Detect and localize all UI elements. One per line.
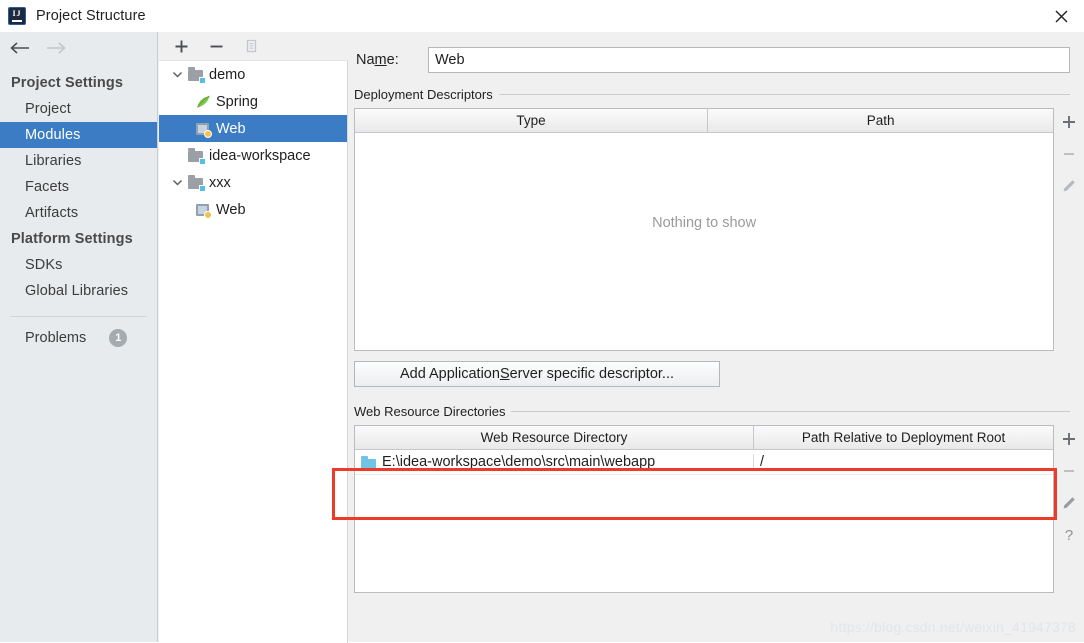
arrow-right-icon[interactable] — [43, 37, 69, 59]
web-facet-icon — [195, 202, 212, 219]
section-rule — [511, 411, 1070, 412]
tree-node-idea-workspace[interactable]: idea-workspace — [159, 142, 347, 169]
add-descriptor-button[interactable] — [1058, 111, 1080, 133]
sidebar-item-artifacts[interactable]: Artifacts — [0, 200, 157, 226]
tree-node-label: demo — [209, 66, 246, 83]
problems-label: Problems — [25, 330, 87, 346]
web-facet-icon — [195, 121, 212, 138]
column-header-type[interactable]: Type — [355, 109, 707, 132]
title-bar: IJ Project Structure — [0, 0, 1084, 32]
deployment-descriptors-table-wrap: Type Path Nothing to show — [354, 108, 1084, 351]
problems-count-badge: 1 — [109, 329, 128, 347]
watermark-text: https://blog.csdn.net/weixin_41947378 — [830, 619, 1076, 635]
tree-node-label: Spring — [216, 93, 258, 110]
tree-node-label: xxx — [209, 174, 231, 191]
remove-module-button[interactable] — [207, 37, 225, 55]
intellij-idea-logo: IJ — [9, 8, 25, 24]
module-tree-toolbar — [159, 32, 348, 61]
deployment-descriptors-section-title: Deployment Descriptors — [354, 87, 1084, 102]
deployment-descriptors-table: Type Path Nothing to show — [354, 108, 1055, 351]
web-resource-directories-tools: ? — [1054, 425, 1084, 593]
module-tree: demo Spring Web idea-workspace xxx Web — [159, 61, 348, 643]
section-label: Deployment Descriptors — [354, 87, 493, 102]
directory-icon — [361, 455, 376, 469]
column-header-path-relative[interactable]: Path Relative to Deployment Root — [753, 426, 1053, 449]
module-name-input[interactable] — [428, 47, 1070, 73]
tree-node-xxx-web[interactable]: Web — [159, 196, 347, 223]
remove-descriptor-button[interactable] — [1058, 143, 1080, 165]
edit-web-resource-button[interactable] — [1058, 492, 1080, 514]
nav-group-platform-settings: Platform Settings — [11, 231, 133, 247]
web-resource-directories-section-title: Web Resource Directories — [354, 404, 1084, 419]
web-resource-directories-table: Web Resource Directory Path Relative to … — [354, 425, 1055, 593]
tree-node-demo[interactable]: demo — [159, 61, 347, 88]
sidebar-item-modules[interactable]: Modules — [0, 122, 157, 148]
project-structure-dialog: IJ Project Structure Project Settings Pr… — [0, 0, 1084, 643]
section-rule — [498, 94, 1070, 95]
column-header-path[interactable]: Path — [707, 109, 1053, 132]
module-folder-icon — [188, 174, 206, 192]
arrow-left-icon[interactable] — [7, 37, 33, 59]
sidebar-item-global-libraries[interactable]: Global Libraries — [0, 278, 157, 304]
settings-nav-list: Project Settings Project Modules Librari… — [0, 64, 157, 347]
table-header: Web Resource Directory Path Relative to … — [355, 426, 1054, 450]
settings-sidebar: Project Settings Project Modules Librari… — [0, 32, 158, 642]
sidebar-item-sdks[interactable]: SDKs — [0, 252, 157, 278]
chevron-down-icon[interactable] — [166, 177, 188, 188]
deployment-descriptors-tools — [1054, 108, 1084, 351]
module-folder-icon — [188, 147, 206, 165]
chevron-down-icon[interactable] — [166, 69, 188, 80]
close-icon[interactable] — [1038, 0, 1084, 32]
add-web-resource-button[interactable] — [1058, 428, 1080, 450]
svg-text:?: ? — [1065, 527, 1073, 544]
name-label: Name: — [356, 52, 399, 68]
sidebar-item-libraries[interactable]: Libraries — [0, 148, 157, 174]
tree-node-label: Web — [216, 201, 246, 218]
name-row: Name: — [349, 32, 1084, 73]
window-title: Project Structure — [36, 8, 146, 24]
navigation-arrows — [0, 32, 157, 64]
cell-relative-path[interactable]: / — [753, 454, 1053, 470]
remove-web-resource-button[interactable] — [1058, 460, 1080, 482]
tree-node-spring[interactable]: Spring — [159, 88, 347, 115]
tree-node-label: Web — [216, 120, 246, 137]
help-button[interactable]: ? — [1058, 524, 1080, 546]
add-application-server-descriptor-button[interactable]: Add Application Server specific descript… — [354, 361, 720, 387]
table-header: Type Path — [355, 109, 1054, 133]
module-settings-panel: Name: Deployment Descriptors Type Path N… — [349, 32, 1084, 642]
tree-node-label: idea-workspace — [209, 147, 311, 164]
module-folder-icon — [188, 66, 206, 84]
add-module-button[interactable] — [172, 37, 190, 55]
copy-module-button[interactable] — [242, 37, 260, 55]
tree-node-demo-web[interactable]: Web — [159, 115, 347, 142]
tree-node-xxx[interactable]: xxx — [159, 169, 347, 196]
cell-web-resource-directory[interactable]: E:\idea-workspace\demo\src\main\webapp — [355, 454, 753, 470]
web-resource-directories-table-wrap: Web Resource Directory Path Relative to … — [354, 425, 1084, 593]
edit-descriptor-button[interactable] — [1058, 175, 1080, 197]
table-row[interactable]: E:\idea-workspace\demo\src\main\webapp / — [355, 450, 1054, 475]
spring-leaf-icon — [195, 94, 212, 110]
section-label: Web Resource Directories — [354, 404, 506, 419]
column-header-web-resource-directory[interactable]: Web Resource Directory — [355, 426, 753, 449]
sidebar-item-project[interactable]: Project — [0, 96, 157, 122]
sidebar-item-problems[interactable]: Problems 1 — [0, 317, 157, 347]
directory-path-text: E:\idea-workspace\demo\src\main\webapp — [382, 454, 656, 470]
sidebar-item-facets[interactable]: Facets — [0, 174, 157, 200]
empty-table-message: Nothing to show — [652, 215, 757, 231]
nav-group-project-settings: Project Settings — [11, 75, 123, 91]
module-tree-panel: demo Spring Web idea-workspace xxx Web — [159, 32, 348, 643]
